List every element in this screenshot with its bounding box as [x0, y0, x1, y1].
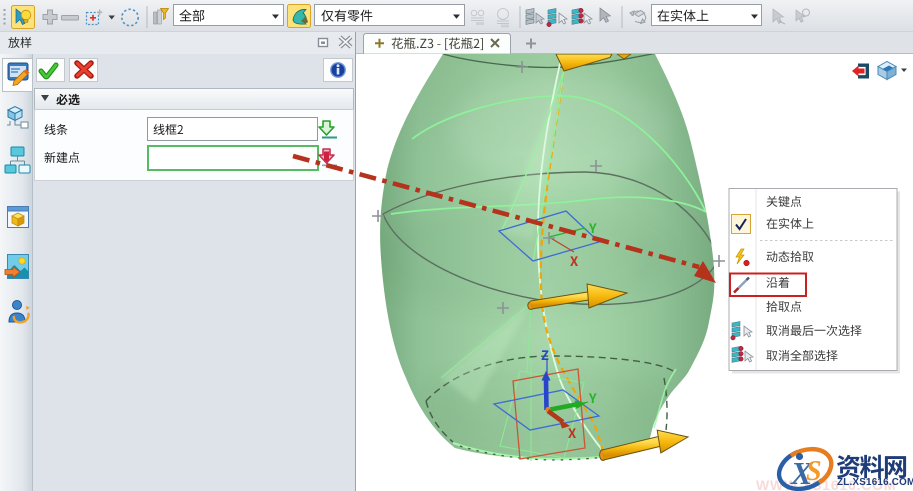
svg-text:S: S [806, 456, 822, 487]
svg-text:ZL.XS1616.COM: ZL.XS1616.COM [837, 477, 913, 488]
